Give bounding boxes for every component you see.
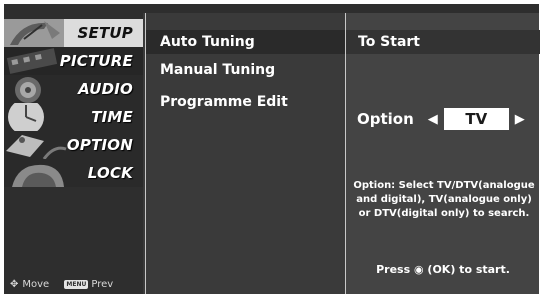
option-manual-tuning[interactable]: Manual Tuning <box>146 58 345 82</box>
option-label: Option <box>357 110 414 128</box>
prev-hint-label: Prev <box>91 279 114 290</box>
option-value[interactable]: TV <box>443 108 509 130</box>
category-label: SETUP <box>77 24 133 42</box>
category-label: OPTION <box>66 136 133 154</box>
press-ok-instruction: Press ◉ (OK) to start. <box>346 263 540 276</box>
move-hint: ✥ Move <box>10 279 49 290</box>
navigation-hints: ✥ Move MENU Prev <box>10 279 125 293</box>
category-label: LOCK <box>87 164 133 182</box>
option-auto-tuning[interactable]: Auto Tuning <box>146 30 345 54</box>
menu-key-icon: MENU <box>64 280 89 289</box>
category-menu: SETUP PICTURE AUDIO TIME OPTION LOCK ✥ M… <box>4 13 143 294</box>
press-prefix: Press <box>376 263 411 276</box>
setup-options-panel: Auto Tuning Manual Tuning Programme Edit <box>145 13 345 294</box>
to-start-header[interactable]: To Start <box>346 30 540 54</box>
category-picture[interactable]: PICTURE <box>4 47 143 75</box>
category-lock[interactable]: LOCK <box>4 159 143 187</box>
navigation-pad-icon: ✥ <box>10 279 19 290</box>
option-description: Option: Select TV/DTV(analogue and digit… <box>353 180 535 219</box>
category-time[interactable]: TIME <box>4 103 143 131</box>
category-label: TIME <box>91 108 133 126</box>
prev-hint: MENU Prev <box>64 279 113 290</box>
menu-top-bar <box>4 4 539 13</box>
category-label: AUDIO <box>78 80 133 98</box>
category-option[interactable]: OPTION <box>4 131 143 159</box>
auto-tuning-detail-panel: To Start Option ◀ TV ▶ Option: Select TV… <box>345 13 540 294</box>
arrow-left-icon[interactable]: ◀ <box>428 112 438 127</box>
tv-menu-screen: SETUP PICTURE AUDIO TIME OPTION LOCK ✥ M… <box>4 4 540 294</box>
category-setup[interactable]: SETUP <box>4 19 143 47</box>
press-suffix: (OK) to start. <box>427 263 510 276</box>
move-hint-label: Move <box>22 279 50 290</box>
category-label: PICTURE <box>59 52 133 70</box>
arrow-right-icon[interactable]: ▶ <box>515 112 525 127</box>
ok-button-icon: ◉ <box>413 263 424 276</box>
category-audio[interactable]: AUDIO <box>4 75 143 103</box>
option-selector: Option ◀ TV ▶ <box>357 106 537 132</box>
option-programme-edit[interactable]: Programme Edit <box>146 90 345 114</box>
